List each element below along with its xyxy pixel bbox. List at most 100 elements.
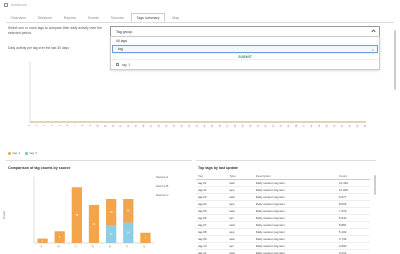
table-panel-title: Top tags by last update [198, 166, 238, 170]
x-tick-label: 16 [142, 124, 146, 128]
tags-table: Tag Type Description Count tag-01 web Daily s… [196, 173, 370, 254]
x-tick-label: 36 [294, 124, 298, 128]
table-row[interactable]: tag-07 web Daily session tag item 5,881 [196, 221, 370, 230]
table-cell: 11,028 [336, 186, 370, 194]
dropdown-option-search[interactable]: tag × [112, 45, 378, 53]
table-cell: 6,940 [336, 214, 370, 223]
table-row[interactable]: tag-10 api Daily session tag item 3,990 [196, 242, 370, 251]
timeline-title: Daily activity per tag over the last 30 … [8, 46, 69, 50]
table-row[interactable]: tag-03 web Daily session tag item 9,977 [196, 193, 370, 201]
x-tick-label: 5 [58, 124, 62, 127]
table-cell: Daily session tag item [253, 207, 337, 215]
legend-item[interactable]: tag: 1 [8, 151, 20, 155]
close-icon[interactable]: × [372, 47, 374, 52]
x-tick-label: 22 [188, 124, 192, 128]
table-cell: api [227, 214, 254, 223]
table-wrapper: Tag Type Description Count tag-01 web Daily s… [196, 173, 370, 254]
table-cell: tag-08 [196, 228, 228, 237]
x-tick-label: 28 [233, 124, 237, 128]
x-tick-label: 12 [111, 124, 115, 128]
table-cell: Daily session tag item [253, 228, 337, 237]
table-cell: Daily session tag item [253, 235, 337, 244]
x-tick-label: C [73, 244, 77, 248]
table-cell: Daily session tag item [253, 242, 337, 251]
x-tick-label: 4 [51, 124, 55, 127]
tab-0[interactable]: Overview [6, 13, 31, 22]
scrollbar[interactable] [394, 30, 396, 90]
legend-swatch [8, 151, 11, 155]
table-cell: app [227, 228, 254, 237]
bar-legend: Source A Source B Source C [156, 175, 169, 197]
timeline-legend: tag: 1 tag: 2 [8, 151, 37, 155]
tab-4[interactable]: Sources [106, 13, 129, 22]
legend-item[interactable]: tag: 2 [25, 151, 37, 155]
legend-item[interactable]: Source A [156, 175, 169, 179]
x-tick-label: 31 [256, 124, 260, 128]
table-panel: Top tags by last update Tag Type Descripti… [196, 160, 376, 254]
table-cell: tag-05 [196, 207, 228, 215]
x-tick-label: 14 [126, 124, 130, 128]
table-cell: tag-04 [196, 200, 228, 208]
x-tick-label: 7 [73, 124, 77, 127]
tab-2[interactable]: Reports [59, 13, 81, 22]
bar-y-label: Count [2, 210, 7, 220]
table-row[interactable]: tag-06 api Daily session tag item 6,940 [196, 214, 370, 223]
window-title-bar: Dashboard [0, 0, 400, 10]
table-row[interactable]: tag-09 web Daily session tag item 4,736 [196, 235, 370, 244]
table-cell: web [227, 179, 254, 187]
tag-select-value: Tag group [116, 29, 132, 34]
legend-item[interactable]: Source C [156, 193, 169, 197]
x-tick-label: 21 [180, 124, 184, 128]
bar-panel: Comparison of tag counts by source Count… [2, 160, 192, 252]
x-tick-label: 18 [157, 124, 161, 128]
tab-1[interactable]: Sessions [33, 13, 57, 22]
table-row[interactable]: tag-08 app Daily session tag item 5,102 [196, 228, 370, 237]
x-tick-label: 15 [134, 124, 138, 128]
x-tick-label: 35 [287, 124, 291, 128]
table-cell: 5,102 [336, 228, 370, 237]
table-cell: 8,602 [336, 200, 370, 208]
table-cell: web [227, 193, 254, 201]
table-row[interactable]: tag-05 web Daily session tag item 7,315 [196, 207, 370, 215]
tab-bar: Overview Sessions Reports Events Sources Tags… [6, 13, 394, 23]
table-cell: web [227, 207, 254, 215]
dropdown-option[interactable]: All tags [111, 37, 379, 45]
table-scrollbar[interactable] [374, 175, 376, 195]
table-cell: app [227, 186, 254, 194]
x-tick-label: 8 [81, 124, 85, 127]
x-tick-label: 25 [210, 124, 214, 128]
x-tick-label: 19 [165, 124, 169, 128]
x-tick-label: 30 [249, 124, 253, 128]
x-tick-label: E [108, 244, 112, 248]
table-cell: 3,990 [336, 242, 370, 251]
table-row[interactable]: tag-01 web Daily session tag item 12,410 [196, 179, 370, 187]
x-tick-label: 3 [43, 124, 47, 127]
x-tick-label: 37 [302, 124, 306, 128]
table-cell: 5,881 [336, 221, 370, 230]
x-tick-label: 42 [340, 124, 344, 128]
table-cell: api [227, 242, 254, 251]
tab-5[interactable]: Tags summary [130, 13, 166, 22]
table-cell: Daily session tag item [253, 221, 337, 230]
x-tick-label: 33 [272, 124, 276, 128]
x-tick-label: 20 [172, 124, 176, 128]
table-cell: 3,214 [336, 249, 370, 254]
x-tick-label: 43 [348, 124, 352, 128]
table-cell: web [227, 221, 254, 230]
tab-3[interactable]: Events [83, 13, 104, 22]
legend-item[interactable]: Source B [156, 184, 169, 188]
table-row[interactable]: tag-04 app Daily session tag item 8,602 [196, 200, 370, 208]
chevron-up-icon[interactable] [371, 29, 376, 34]
tab-6[interactable]: Map [167, 13, 184, 22]
x-tick-label: 32 [264, 124, 268, 128]
x-tick-label: 1 [28, 124, 32, 127]
x-tick-label: G [142, 245, 146, 249]
app-icon [4, 3, 8, 7]
table-row[interactable]: tag-02 app Daily session tag item 11,028 [196, 186, 370, 194]
x-tick-label: F [125, 244, 129, 248]
table-cell: tag-01 [196, 179, 228, 187]
x-tick-label: 24 [203, 124, 207, 128]
table-row[interactable]: tag-11 web Daily session tag item 3,214 [196, 249, 370, 254]
x-tick-label: 40 [325, 124, 329, 128]
x-tick-label: 41 [333, 124, 337, 128]
